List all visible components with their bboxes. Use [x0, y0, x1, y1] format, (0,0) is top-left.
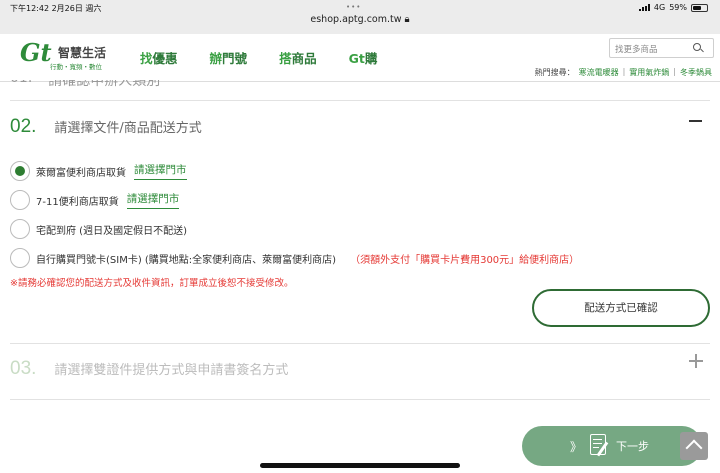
hot-separator: |: [673, 67, 676, 76]
status-time-date: 下午12:42 2月26日 週六: [10, 4, 102, 13]
delivery-option-hilife[interactable]: 萊爾富便利商店取貨 請選擇門市: [10, 161, 187, 181]
status-bar: 下午12:42 2月26日 週六 ••• 4G 59% eshop.aptg.c…: [0, 0, 720, 34]
collapse-icon[interactable]: [689, 120, 702, 122]
section-01-number: 01.: [10, 80, 32, 90]
logo-name: 智慧生活: [58, 46, 107, 60]
main-nav: 找優惠 辦門號 搭商品 Gt購: [140, 48, 377, 67]
nav-item-products[interactable]: 搭商品: [279, 48, 317, 67]
delivery-warning: ※請務必確認您的配送方式及收件資訊，訂單成立後恕不接受修改。: [10, 278, 294, 289]
url-text: eshop.aptg.com.tw: [310, 14, 402, 25]
radio-hilife[interactable]: [10, 161, 30, 181]
hot-searches: 熱門搜尋： 寒流電暖器 | 實用氣炸鍋 | 冬季鍋具: [535, 67, 712, 78]
option-label: 萊爾富便利商店取貨: [36, 167, 126, 179]
address-bar[interactable]: eshop.aptg.com.tw 🔒︎: [0, 14, 720, 25]
next-step-label: 下一步: [616, 440, 650, 453]
delivery-option-home[interactable]: 宅配到府 (週日及國定假日不配送): [10, 219, 187, 239]
delivery-option-self-sim[interactable]: 自行購買門號卡(SIM卡) (購買地點:全家便利商店、萊爾富便利商店) （須額外…: [10, 248, 579, 268]
site-header: Gt 智慧生活 行動・寬頻・數位 找優惠 辦門號 搭商品 Gt購 找更多商品 熱…: [0, 34, 720, 82]
battery-icon: [691, 3, 708, 12]
section-02-number: 02.: [10, 116, 37, 137]
battery-percent: 59%: [669, 3, 687, 12]
section-01-header[interactable]: 01. 請確認申辦人類別: [10, 80, 310, 92]
site-logo[interactable]: Gt 智慧生活 行動・寬頻・數位: [20, 38, 120, 76]
search-icon[interactable]: [693, 43, 701, 51]
section-divider: [10, 100, 710, 101]
search-placeholder: 找更多商品: [615, 44, 658, 54]
home-indicator[interactable]: [260, 463, 460, 468]
hot-link-cookware[interactable]: 冬季鍋具: [680, 67, 712, 78]
scroll-to-top-button[interactable]: [680, 432, 708, 460]
next-step-button[interactable]: 》 下一步: [522, 426, 702, 466]
hot-link-air-fryer[interactable]: 實用氣炸鍋: [629, 67, 669, 78]
radio-711[interactable]: [10, 190, 30, 210]
expand-icon[interactable]: [689, 354, 703, 368]
option-label: 宅配到府 (週日及國定假日不配送): [36, 225, 187, 237]
confirm-delivery-button[interactable]: 配送方式已確認: [532, 289, 710, 327]
nav-item-gt-shop[interactable]: Gt購: [349, 48, 378, 67]
section-02-header[interactable]: 02. 請選擇文件/商品配送方式: [10, 116, 202, 138]
nav-item-deals[interactable]: 找優惠: [140, 48, 178, 67]
section-divider: [10, 399, 710, 400]
radio-home[interactable]: [10, 219, 30, 239]
double-chevron-icon: 》: [570, 439, 583, 454]
cellular-signal-icon: [638, 4, 650, 11]
nav-item-number[interactable]: 辦門號: [210, 48, 248, 67]
document-sign-icon: [590, 434, 610, 458]
section-03-title: 請選擇雙證件提供方式與申請書簽名方式: [54, 363, 289, 378]
status-indicators: 4G 59%: [638, 3, 708, 12]
section-02-title: 請選擇文件/商品配送方式: [54, 121, 202, 136]
lock-icon: 🔒︎: [404, 14, 410, 25]
hot-searches-label: 熱門搜尋：: [534, 68, 575, 77]
section-divider: [10, 343, 710, 344]
logo-tagline: 行動・寬頻・數位: [50, 63, 102, 71]
extra-fee-note: （須額外支付「購買卡片費用300元」給便利商店）: [350, 254, 580, 266]
logo-mark: Gt: [20, 38, 52, 67]
section-03-number: 03.: [10, 358, 37, 379]
network-type: 4G: [653, 3, 666, 12]
option-label: 7-11便利商店取貨: [36, 196, 119, 208]
radio-self-sim[interactable]: [10, 248, 30, 268]
section-01-title: 請確認申辦人類別: [48, 80, 161, 89]
hot-link-heater[interactable]: 寒流電暖器: [579, 67, 619, 78]
section-03-header[interactable]: 03. 請選擇雙證件提供方式與申請書簽名方式: [10, 358, 288, 380]
search-input[interactable]: 找更多商品: [609, 38, 714, 58]
select-store-link[interactable]: 請選擇門市: [126, 191, 180, 209]
multitask-dots-icon[interactable]: •••: [346, 3, 361, 11]
hot-separator: |: [622, 67, 626, 76]
delivery-option-711[interactable]: 7-11便利商店取貨 請選擇門市: [10, 190, 180, 210]
select-store-link[interactable]: 請選擇門市: [134, 162, 187, 180]
option-label: 自行購買門號卡(SIM卡) (購買地點:全家便利商店、萊爾富便利商店): [36, 254, 337, 266]
